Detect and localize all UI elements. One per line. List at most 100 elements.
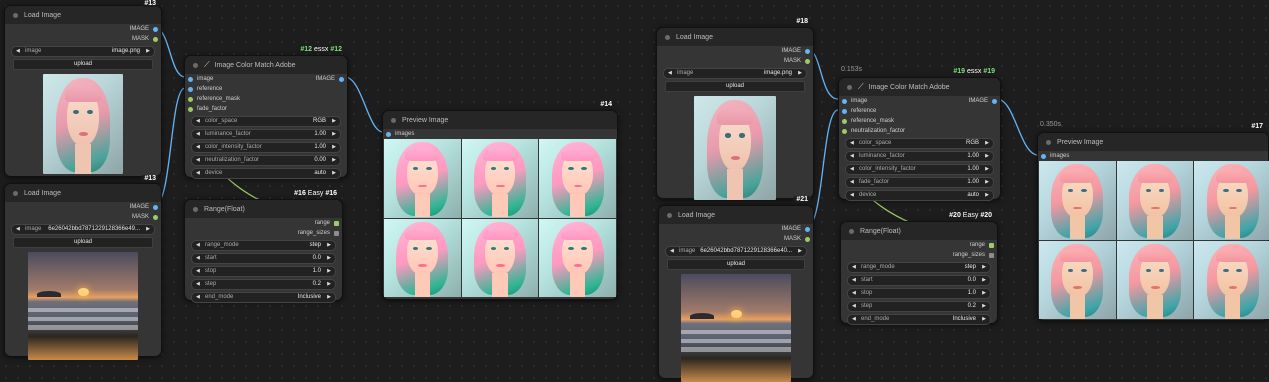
input-slot-icon[interactable] [842, 108, 847, 114]
node-header[interactable]: Load Image [5, 184, 161, 202]
triangle-left-icon[interactable]: ◀ [852, 289, 856, 298]
triangle-left-icon[interactable]: ◀ [852, 315, 856, 324]
widget-step[interactable]: ◀ step 0.2 ▶ [191, 279, 336, 290]
widget-range-mode[interactable]: ◀ range_mode step ▶ [191, 240, 336, 251]
widget-color-space[interactable]: ◀ color_space RGB ▶ [191, 116, 341, 127]
triangle-right-icon[interactable]: ▶ [982, 315, 986, 324]
triangle-right-icon[interactable]: ▶ [332, 117, 336, 126]
upload-button[interactable]: upload [13, 237, 153, 248]
input-slot-icon[interactable] [188, 106, 193, 112]
output-slot-icon[interactable] [805, 226, 810, 232]
input-slot-icon[interactable] [1041, 153, 1046, 159]
triangle-left-icon[interactable]: ◀ [850, 139, 854, 148]
image-select-widget[interactable]: ◀ image image.png ▶ [11, 46, 155, 57]
triangle-right-icon[interactable]: ▶ [982, 263, 986, 272]
widget-neutralization-factor[interactable]: ◀ neutralization_factor 0.00 ▶ [191, 155, 341, 166]
input-slot-icon[interactable] [188, 76, 193, 82]
triangle-right-icon[interactable]: ▶ [798, 69, 802, 78]
triangle-left-icon[interactable]: ◀ [852, 276, 856, 285]
triangle-left-icon[interactable]: ◀ [668, 69, 672, 78]
preview-thumbnail[interactable] [1194, 161, 1269, 240]
node-header[interactable]: Load Image [659, 206, 813, 224]
triangle-left-icon[interactable]: ◀ [670, 247, 674, 256]
triangle-left-icon[interactable]: ◀ [850, 152, 854, 161]
triangle-right-icon[interactable]: ▶ [327, 280, 331, 289]
load-image-node-4[interactable]: #21 Load Image IMAGE MASK ◀ image 6e2604… [658, 196, 814, 382]
widget-device[interactable]: ◀ device auto ▶ [845, 190, 994, 201]
node-header[interactable]: Preview Image [1038, 133, 1268, 151]
range-float-node-1[interactable]: #16 Easy #16 Range(Float) range range_si… [184, 190, 343, 303]
triangle-left-icon[interactable]: ◀ [196, 143, 200, 152]
preview-thumbnail[interactable] [539, 218, 616, 297]
widget-stop[interactable]: ◀ stop 1.0 ▶ [191, 266, 336, 277]
node-collapse-dot-icon[interactable] [391, 117, 396, 123]
triangle-right-icon[interactable]: ▶ [982, 302, 986, 311]
load-image-node-1[interactable]: #13 Load Image IMAGE MASK ◀ image image.… [4, 0, 162, 177]
triangle-right-icon[interactable]: ▶ [327, 267, 331, 276]
preview-thumbnail[interactable] [539, 139, 616, 218]
triangle-left-icon[interactable]: ◀ [196, 169, 200, 178]
range-float-node-2[interactable]: #20 Easy #20 Range(Float) range range_si… [840, 212, 998, 325]
preview-thumbnail[interactable] [1039, 240, 1116, 319]
load-image-node-2[interactable]: #13 Load Image IMAGE MASK ◀ image 6e2604… [4, 175, 162, 360]
input-slot-icon[interactable] [188, 86, 193, 92]
triangle-right-icon[interactable]: ▶ [985, 165, 989, 174]
color-match-node-2[interactable]: 0.153s #19 essx #19 ⟋ Image Color Match … [838, 66, 1001, 201]
triangle-right-icon[interactable]: ▶ [332, 130, 336, 139]
widget-start[interactable]: ◀ start 0.0 ▶ [191, 253, 336, 264]
upload-button[interactable]: upload [667, 259, 805, 270]
triangle-left-icon[interactable]: ◀ [196, 156, 200, 165]
triangle-right-icon[interactable]: ▶ [985, 178, 989, 187]
widget-color-intensity-factor[interactable]: ◀ color_intensity_factor 1.00 ▶ [845, 164, 994, 175]
triangle-left-icon[interactable]: ◀ [850, 165, 854, 174]
output-slot-icon[interactable] [805, 48, 810, 54]
triangle-right-icon[interactable]: ▶ [332, 156, 336, 165]
node-collapse-dot-icon[interactable] [849, 228, 854, 234]
node-collapse-dot-icon[interactable] [667, 212, 672, 218]
preview-thumbnail[interactable] [384, 139, 461, 218]
input-slot-icon[interactable] [842, 98, 847, 104]
output-slot-icon[interactable] [334, 230, 339, 236]
output-slot-icon[interactable] [805, 236, 810, 242]
triangle-left-icon[interactable]: ◀ [196, 241, 200, 250]
triangle-right-icon[interactable]: ▶ [985, 139, 989, 148]
load-image-node-3[interactable]: #18 Load Image IMAGE MASK ◀ image image.… [656, 18, 814, 200]
upload-button[interactable]: upload [13, 59, 153, 70]
triangle-right-icon[interactable]: ▶ [982, 289, 986, 298]
output-slot-icon[interactable] [989, 242, 994, 248]
node-header[interactable]: ⟋ Image Color Match Adobe [185, 56, 347, 74]
triangle-left-icon[interactable]: ◀ [196, 267, 200, 276]
input-slot-icon[interactable] [842, 128, 847, 134]
triangle-left-icon[interactable]: ◀ [196, 280, 200, 289]
output-slot-icon[interactable] [339, 76, 344, 82]
node-header[interactable]: Preview Image [383, 111, 617, 129]
output-slot-icon[interactable] [153, 214, 158, 220]
widget-stop[interactable]: ◀ stop 1.0 ▶ [847, 288, 991, 299]
widget-range-mode[interactable]: ◀ range_mode step ▶ [847, 262, 991, 273]
triangle-left-icon[interactable]: ◀ [850, 191, 854, 200]
widget-luminance-factor[interactable]: ◀ luminance_factor 1.00 ▶ [845, 151, 994, 162]
input-slot-icon[interactable] [386, 131, 391, 137]
node-header[interactable]: Load Image [5, 6, 161, 24]
color-match-node-1[interactable]: #12 essx #12 ⟋ Image Color Match Adobe i… [184, 46, 348, 179]
node-header[interactable]: Range(Float) [185, 200, 342, 218]
preview-thumbnail[interactable] [1116, 161, 1194, 240]
preview-thumbnail[interactable] [461, 218, 539, 297]
output-slot-icon[interactable] [153, 204, 158, 210]
node-collapse-dot-icon[interactable] [13, 12, 18, 18]
node-collapse-dot-icon[interactable] [193, 62, 198, 68]
node-collapse-dot-icon[interactable] [1046, 139, 1051, 145]
triangle-right-icon[interactable]: ▶ [327, 254, 331, 263]
widget-color-space[interactable]: ◀ color_space RGB ▶ [845, 138, 994, 149]
image-select-widget[interactable]: ◀ image 6e26042bbd7871229128366e40... ▶ [665, 246, 807, 257]
output-slot-icon[interactable] [805, 58, 810, 64]
triangle-left-icon[interactable]: ◀ [852, 263, 856, 272]
triangle-right-icon[interactable]: ▶ [146, 47, 150, 56]
preview-image-node-2[interactable]: 0.350s #17 Preview Image images [1037, 121, 1269, 321]
triangle-right-icon[interactable]: ▶ [327, 241, 331, 250]
widget-luminance-factor[interactable]: ◀ luminance_factor 1.00 ▶ [191, 129, 341, 140]
triangle-left-icon[interactable]: ◀ [196, 130, 200, 139]
triangle-right-icon[interactable]: ▶ [982, 276, 986, 285]
triangle-left-icon[interactable]: ◀ [196, 293, 200, 302]
widget-fade-factor[interactable]: ◀ fade_factor 1.00 ▶ [845, 177, 994, 188]
